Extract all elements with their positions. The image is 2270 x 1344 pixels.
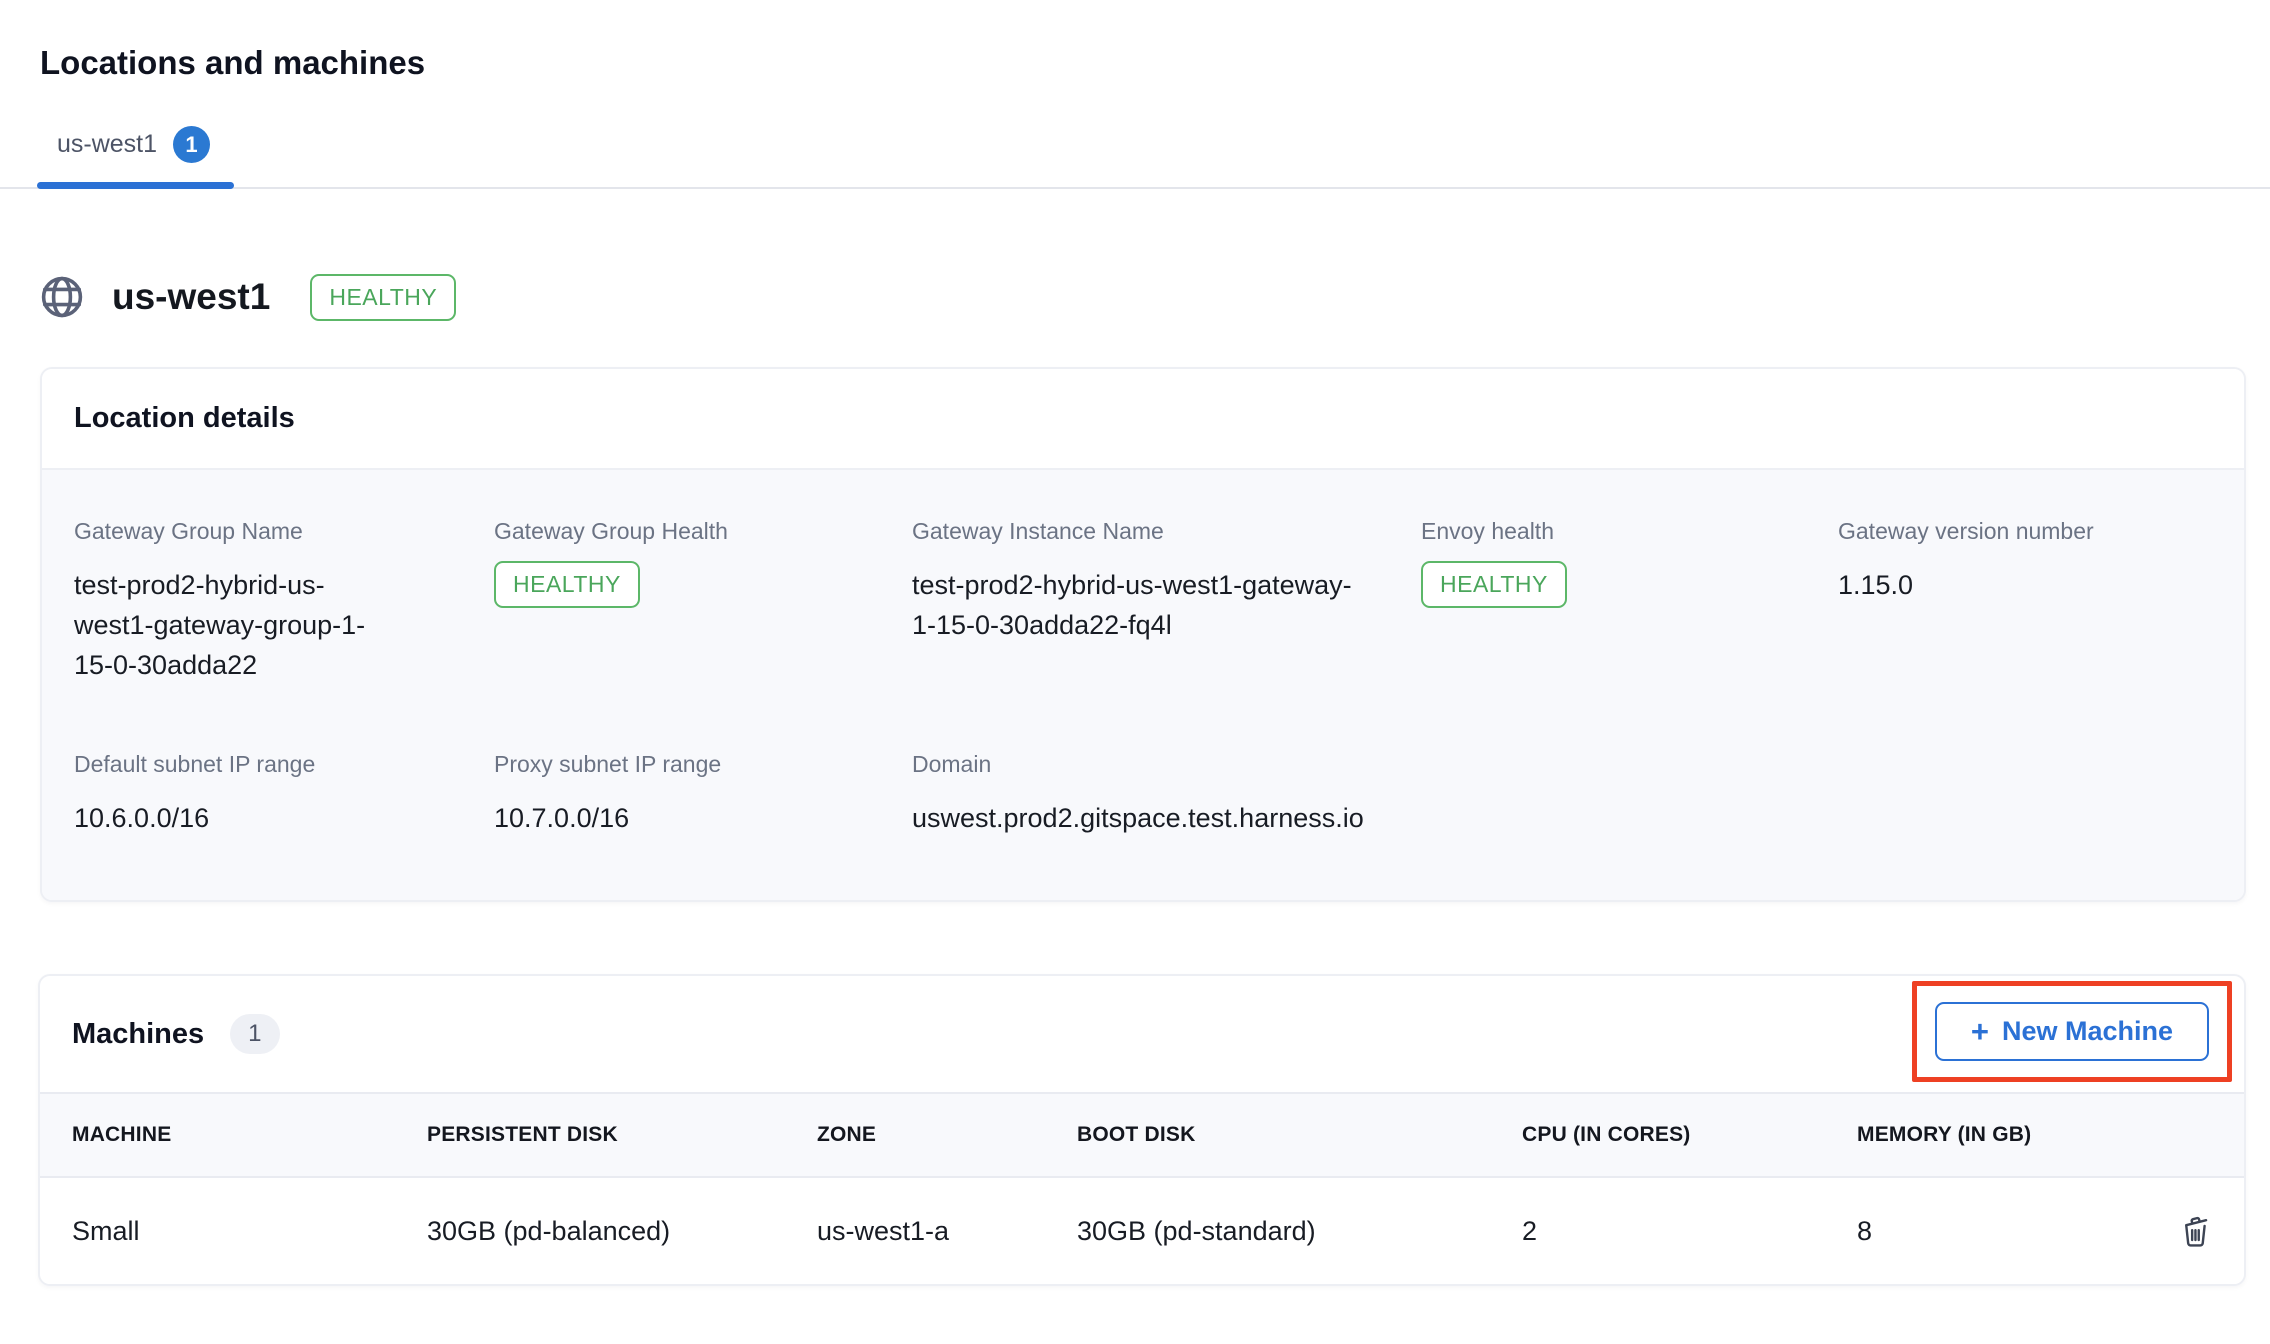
- location-details-title: Location details: [74, 402, 2212, 435]
- field-value: test-prod2-hybrid-us-west1-gateway-1-15-…: [912, 565, 1357, 645]
- location-header: us-west1 HEALTHY: [38, 273, 2270, 321]
- location-tabbar: us-west1 1: [0, 126, 2270, 189]
- col-machine: MACHINE: [72, 1123, 427, 1147]
- location-name: us-west1: [112, 276, 270, 318]
- col-boot-disk: BOOT DISK: [1077, 1123, 1522, 1147]
- annotation-highlight-box: + New Machine: [1912, 981, 2232, 1082]
- cell-persistent-disk: 30GB (pd-balanced): [427, 1216, 817, 1247]
- field-value: 1.15.0: [1838, 565, 2212, 605]
- location-details-header: Location details: [42, 369, 2244, 468]
- field-envoy-health: Envoy health HEALTHY: [1421, 518, 1838, 685]
- field-value: 10.6.0.0/16: [74, 798, 494, 838]
- field-value: test-prod2-hybrid-us-west1-gateway-group…: [74, 565, 392, 685]
- field-gateway-version: Gateway version number 1.15.0: [1838, 518, 2212, 685]
- field-value: 10.7.0.0/16: [494, 798, 912, 838]
- plus-icon: +: [1971, 1016, 1989, 1047]
- field-default-subnet: Default subnet IP range 10.6.0.0/16: [74, 751, 494, 838]
- cell-boot-disk: 30GB (pd-standard): [1077, 1216, 1522, 1247]
- machines-title: Machines: [72, 1018, 204, 1051]
- details-row-1: Gateway Group Name test-prod2-hybrid-us-…: [74, 518, 2212, 685]
- envoy-health-badge: HEALTHY: [1421, 561, 1567, 608]
- globe-icon: [38, 273, 86, 321]
- cell-cpu: 2: [1522, 1216, 1857, 1247]
- location-status-badge: HEALTHY: [310, 274, 456, 321]
- field-label: Domain: [912, 751, 1421, 778]
- cell-zone: us-west1-a: [817, 1216, 1077, 1247]
- machines-header: Machines 1 + New Machine: [40, 976, 2244, 1092]
- machine-row: Small 30GB (pd-balanced) us-west1-a 30GB…: [40, 1178, 2244, 1284]
- field-gateway-instance-name: Gateway Instance Name test-prod2-hybrid-…: [912, 518, 1421, 685]
- col-cpu: CPU (IN CORES): [1522, 1123, 1857, 1147]
- field-label: Proxy subnet IP range: [494, 751, 912, 778]
- field-label: Gateway Group Health: [494, 518, 912, 545]
- field-gateway-group-name: Gateway Group Name test-prod2-hybrid-us-…: [74, 518, 494, 685]
- field-gateway-group-health: Gateway Group Health HEALTHY: [494, 518, 912, 685]
- page-title: Locations and machines: [40, 44, 2270, 82]
- delete-machine-button[interactable]: [2177, 1213, 2219, 1249]
- field-label: Default subnet IP range: [74, 751, 494, 778]
- new-machine-label: New Machine: [2002, 1016, 2173, 1047]
- location-details-body: Gateway Group Name test-prod2-hybrid-us-…: [42, 468, 2244, 900]
- field-proxy-subnet: Proxy subnet IP range 10.7.0.0/16: [494, 751, 912, 838]
- field-label: Gateway version number: [1838, 518, 2212, 545]
- location-details-card: Location details Gateway Group Name test…: [40, 367, 2246, 902]
- cell-memory: 8: [1857, 1216, 2177, 1247]
- field-label: Gateway Group Name: [74, 518, 494, 545]
- tab-label: us-west1: [57, 130, 157, 159]
- field-domain: Domain uswest.prod2.gitspace.test.harnes…: [912, 751, 1421, 838]
- gateway-group-health-badge: HEALTHY: [494, 561, 640, 608]
- machines-table-header: MACHINE PERSISTENT DISK ZONE BOOT DISK C…: [40, 1092, 2244, 1178]
- col-memory: MEMORY (IN GB): [1857, 1123, 2177, 1147]
- machines-count-badge: 1: [230, 1014, 279, 1054]
- field-value: uswest.prod2.gitspace.test.harness.io: [912, 798, 1421, 838]
- col-zone: ZONE: [817, 1123, 1077, 1147]
- tab-us-west1[interactable]: us-west1 1: [37, 126, 234, 187]
- trash-icon: [2177, 1213, 2213, 1249]
- cell-machine: Small: [72, 1216, 427, 1247]
- field-label: Envoy health: [1421, 518, 1838, 545]
- details-row-2: Default subnet IP range 10.6.0.0/16 Prox…: [74, 751, 2212, 838]
- new-machine-button[interactable]: + New Machine: [1935, 1002, 2209, 1061]
- col-persistent-disk: PERSISTENT DISK: [427, 1123, 817, 1147]
- tab-count-badge: 1: [173, 126, 210, 163]
- machines-card: Machines 1 + New Machine MACHINE PERSIST…: [38, 974, 2246, 1286]
- field-label: Gateway Instance Name: [912, 518, 1421, 545]
